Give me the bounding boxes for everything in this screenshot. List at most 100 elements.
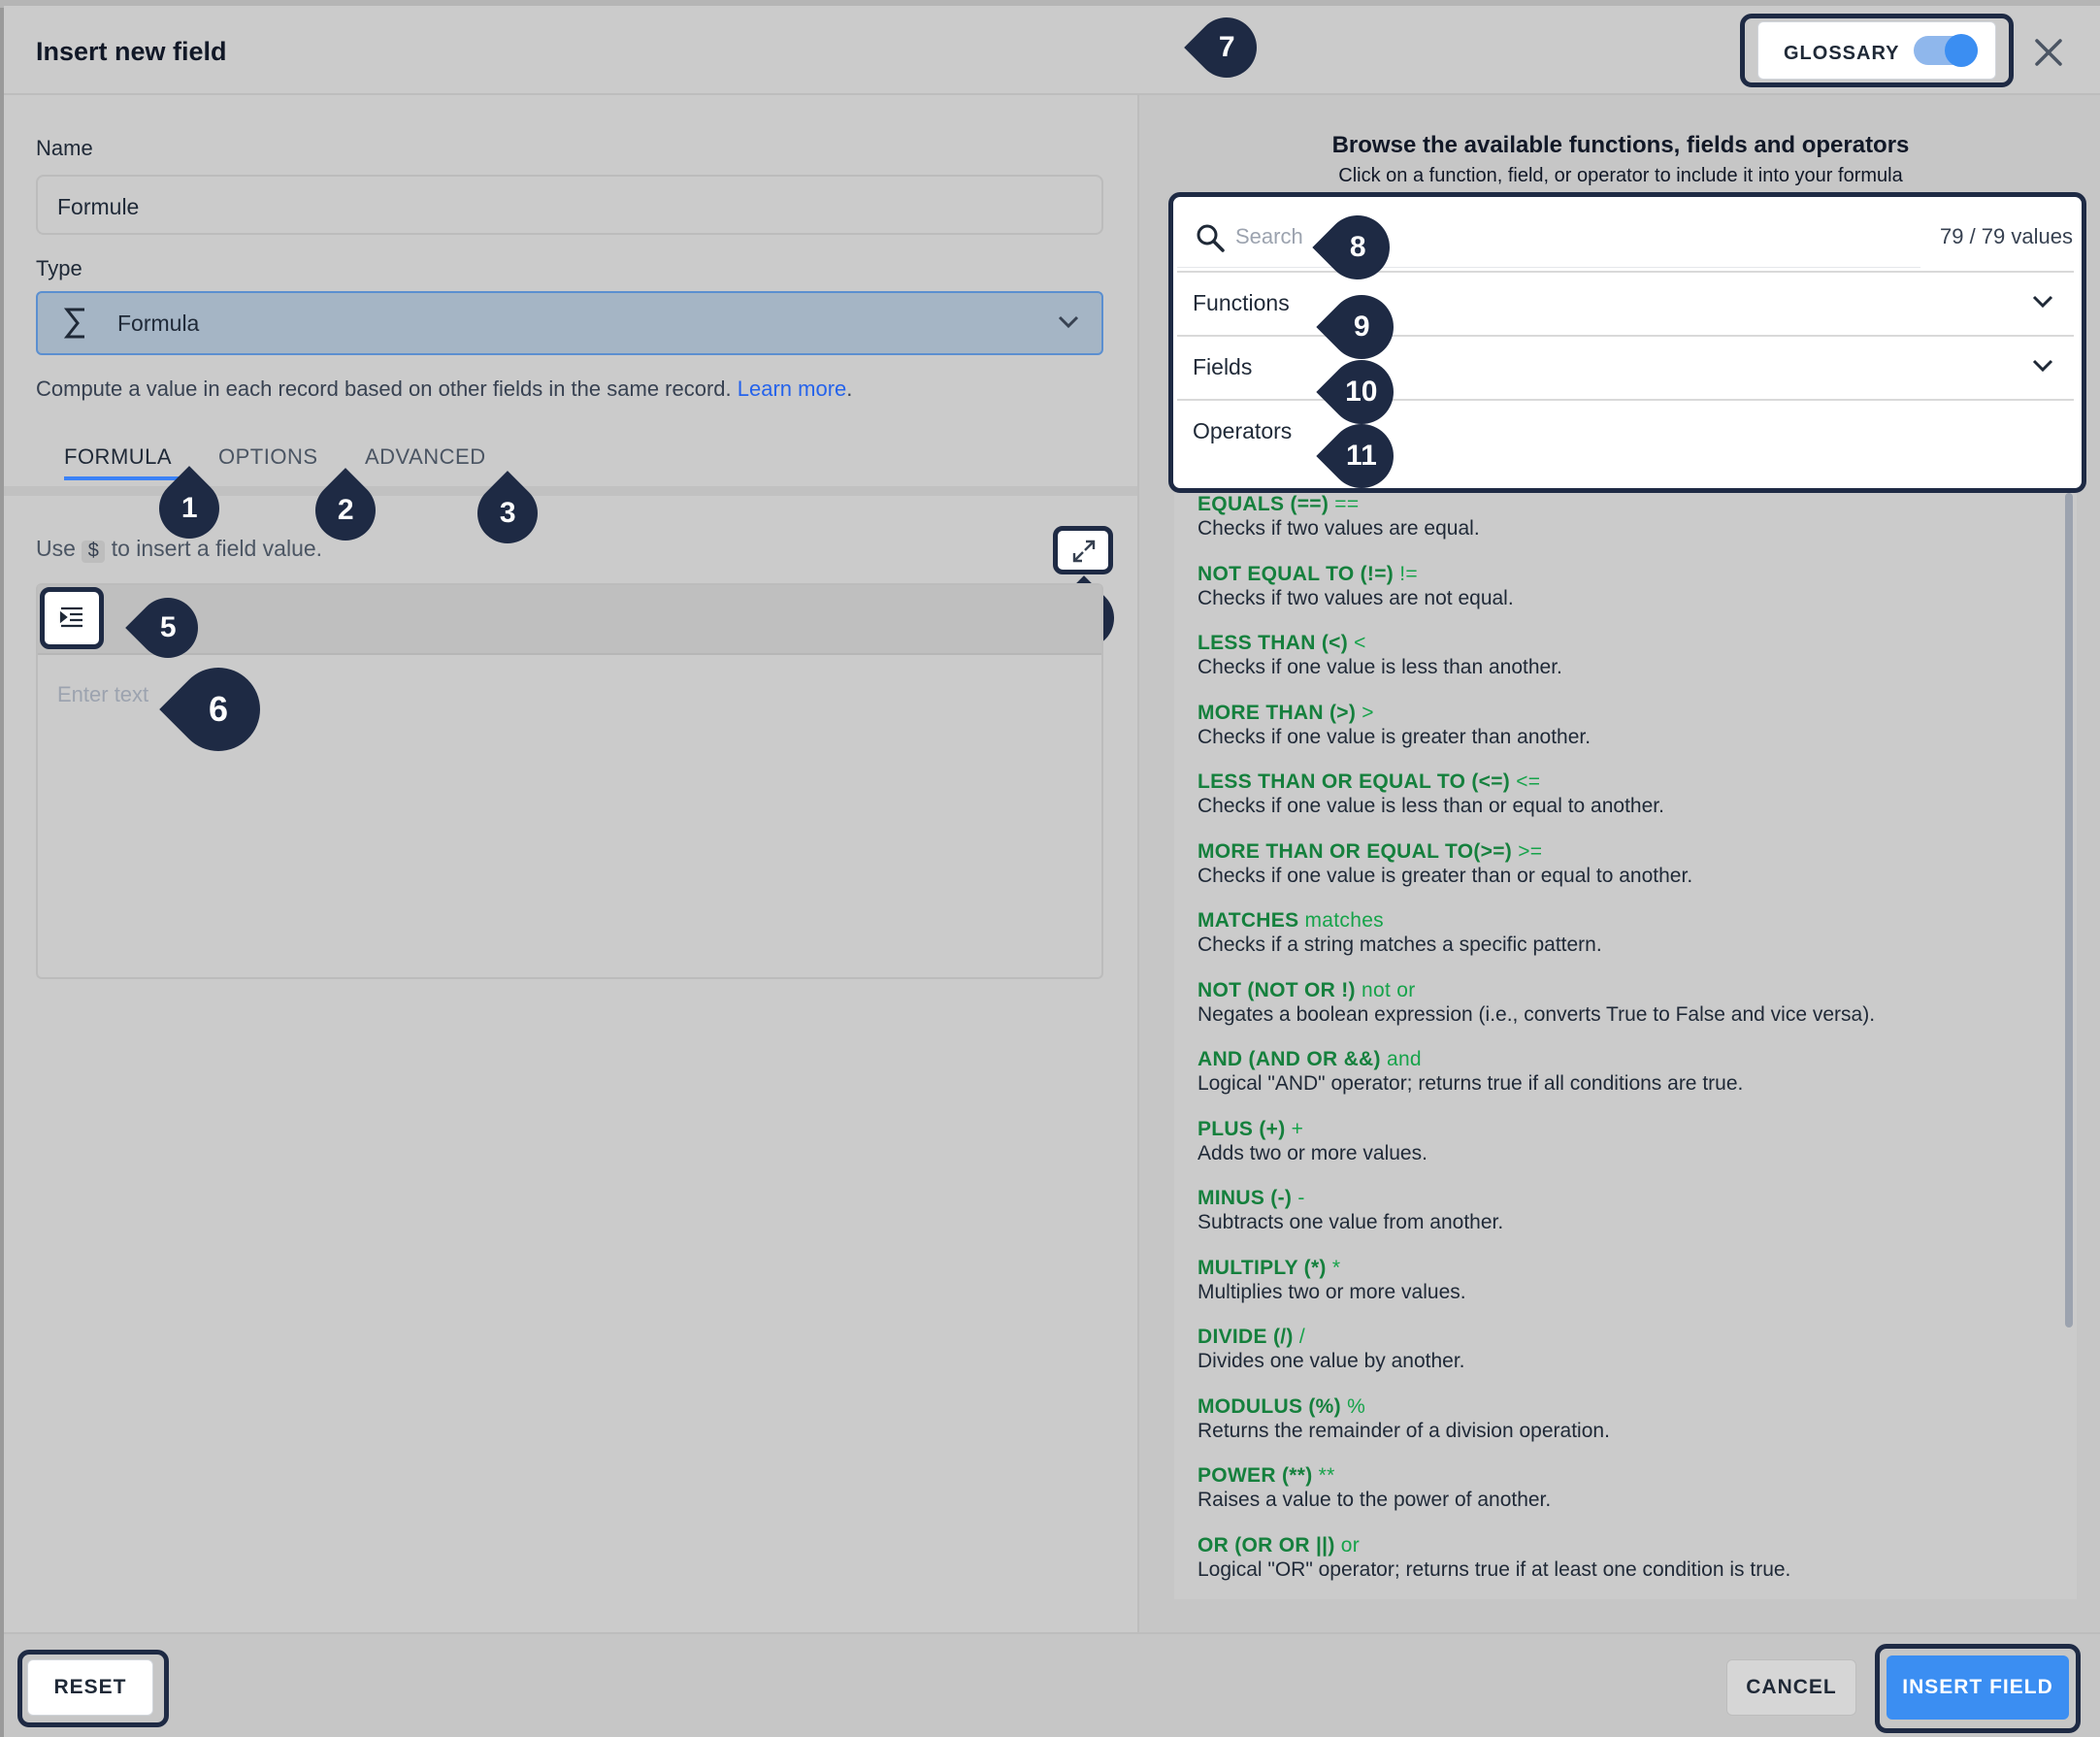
- operator-item[interactable]: MINUS (-) - Subtracts one value from anot…: [1198, 1187, 1503, 1234]
- operator-name: MORE THAN (>) >: [1198, 702, 1591, 725]
- learn-more-link[interactable]: Learn more: [738, 377, 847, 401]
- operator-label: MODULUS (%): [1198, 1394, 1341, 1418]
- operator-name: MODULUS (%) %: [1198, 1395, 1610, 1419]
- operator-item[interactable]: EQUALS (==) == Checks if two values are e…: [1198, 493, 1480, 541]
- operator-symbol: and: [1386, 1048, 1422, 1070]
- expand-editor-button[interactable]: [1053, 526, 1113, 574]
- operator-description: Logical "AND" operator; returns true if …: [1198, 1072, 1744, 1095]
- hint-after: to insert a field value.: [111, 536, 323, 561]
- glossary-toggle-button[interactable]: GLOSSARY: [1757, 21, 1996, 80]
- glossary-search-input[interactable]: Search: [1177, 209, 1920, 268]
- operator-item[interactable]: OR (OR OR ||) or Logical "OR" operator; r…: [1198, 1534, 1790, 1582]
- operator-description: Raises a value to the power of another.: [1198, 1489, 1552, 1511]
- operator-name: LESS THAN OR EQUAL TO (<=) <=: [1198, 770, 1664, 794]
- indent-button[interactable]: [40, 587, 104, 649]
- operator-item[interactable]: POWER (**) ** Raises a value to the power…: [1198, 1464, 1551, 1512]
- section-operators-label: Operators: [1193, 418, 1293, 443]
- operator-name: EQUALS (==) ==: [1198, 493, 1480, 516]
- operator-item[interactable]: MATCHES matches Checks if a string matche…: [1198, 909, 1602, 957]
- operator-name: LESS THAN (<) <: [1198, 632, 1562, 655]
- expand-icon: [1072, 540, 1096, 563]
- close-icon[interactable]: [2029, 33, 2068, 72]
- operator-item[interactable]: NOT (NOT OR !) not or Negates a boolean e…: [1198, 979, 1875, 1027]
- operator-item[interactable]: MORE THAN OR EQUAL TO(>=) >= Checks if on…: [1198, 840, 1692, 888]
- operator-label: MORE THAN OR EQUAL TO(>=): [1198, 839, 1513, 863]
- operator-label: POWER (**): [1198, 1464, 1313, 1487]
- operator-name: PLUS (+) +: [1198, 1118, 1427, 1141]
- callout-6-label: 6: [208, 689, 229, 729]
- operator-name: OR (OR OR ||) or: [1198, 1534, 1790, 1557]
- reset-button[interactable]: RESET: [27, 1659, 153, 1716]
- glossary-panel: Browse the available functions, fields a…: [1137, 95, 2100, 1632]
- operator-item[interactable]: PLUS (+) + Adds two or more values.: [1198, 1118, 1427, 1165]
- callout-9-label: 9: [1353, 311, 1370, 343]
- operator-symbol: <=: [1516, 770, 1541, 793]
- operator-description: Checks if one value is greater than anot…: [1198, 725, 1591, 748]
- operator-item[interactable]: MODULUS (%) % Returns the remainder of a …: [1198, 1395, 1610, 1443]
- tab-advanced[interactable]: ADVANCED: [365, 444, 486, 470]
- dollar-code: $: [82, 541, 106, 563]
- operator-label: EQUALS (==): [1198, 493, 1329, 515]
- dialog-footer: RESET CANCEL INSERT FIELD: [4, 1632, 2100, 1737]
- operator-description: Checks if a string matches a specific pa…: [1198, 934, 1602, 956]
- operator-item[interactable]: MULTIPLY (*) * Multiplies two or more val…: [1198, 1257, 1466, 1304]
- type-label: Type: [36, 256, 82, 280]
- switch-knob: [1945, 34, 1978, 67]
- operator-symbol: %: [1347, 1394, 1366, 1418]
- operator-description: Checks if one value is less than another…: [1198, 656, 1562, 678]
- operator-symbol: or: [1340, 1533, 1361, 1557]
- operator-item[interactable]: LESS THAN (<) < Checks if one value is le…: [1198, 632, 1562, 679]
- search-icon: [1197, 224, 1225, 252]
- glossary-switch[interactable]: [1914, 34, 1978, 67]
- operator-description: Checks if one value is greater than or e…: [1198, 864, 1693, 887]
- sigma-icon: [63, 308, 84, 339]
- operator-name: MINUS (-) -: [1198, 1187, 1503, 1210]
- glossary-label: GLOSSARY: [1784, 43, 1900, 64]
- type-select[interactable]: Formula: [36, 291, 1103, 355]
- section-operators[interactable]: Operators: [1177, 399, 2074, 482]
- operator-label: MORE THAN (>): [1198, 701, 1357, 724]
- tab-options[interactable]: OPTIONS: [218, 444, 318, 470]
- callout-3-label: 3: [499, 497, 516, 529]
- insert-field-button[interactable]: INSERT FIELD: [1887, 1655, 2069, 1720]
- chevron-down-icon: [1058, 315, 1079, 329]
- field-value-hint: Use $ to insert a field value.: [36, 536, 322, 563]
- operator-label: LESS THAN OR EQUAL TO (<=): [1198, 770, 1511, 793]
- operator-item[interactable]: LESS THAN OR EQUAL TO (<=) <= Checks if o…: [1198, 770, 1664, 818]
- operator-item[interactable]: NOT EQUAL TO (!=) != Checks if two values…: [1198, 563, 1514, 610]
- operator-symbol: +: [1291, 1117, 1304, 1140]
- chevron-down-icon: [2032, 295, 2053, 309]
- operator-description: Checks if two values are not equal.: [1198, 586, 1514, 609]
- glossary-search-block: Search 79 / 79 values Functions Fields O…: [1168, 192, 2086, 493]
- cancel-button[interactable]: CANCEL: [1726, 1659, 1856, 1716]
- hint-before: Use: [36, 536, 76, 561]
- operator-item[interactable]: MORE THAN (>) > Checks if one value is gr…: [1198, 702, 1591, 749]
- operator-name: MATCHES matches: [1198, 909, 1602, 933]
- glossary-title: Browse the available functions, fields a…: [1331, 132, 1910, 158]
- operator-list[interactable]: EQUALS (==) == Checks if two values are e…: [1174, 493, 2077, 1599]
- operator-symbol: >: [1362, 701, 1374, 724]
- name-field[interactable]: Formule: [36, 175, 1103, 235]
- operator-label: MINUS (-): [1198, 1187, 1293, 1209]
- operator-name: DIVIDE (/) /: [1198, 1326, 1465, 1349]
- callout-10-label: 10: [1345, 376, 1378, 408]
- operator-item[interactable]: AND (AND OR &&) and Logical "AND" operato…: [1198, 1048, 1743, 1096]
- section-functions-label: Functions: [1193, 290, 1290, 315]
- description-text: Compute a value in each record based on …: [36, 377, 732, 401]
- operator-description: Returns the remainder of a division oper…: [1198, 1419, 1610, 1442]
- operator-description: Negates a boolean expression (i.e., conv…: [1198, 1002, 1876, 1026]
- operator-symbol: *: [1331, 1256, 1341, 1279]
- type-value: Formula: [117, 311, 200, 336]
- section-functions[interactable]: Functions: [1177, 271, 2074, 335]
- operator-item[interactable]: DIVIDE (/) / Divides one value by another…: [1198, 1326, 1465, 1373]
- tab-formula[interactable]: FORMULA: [64, 444, 172, 470]
- formula-editor[interactable]: Enter text: [36, 583, 1103, 979]
- dialog-header: Insert new field GLOSSARY 7: [4, 5, 2100, 95]
- chevron-down-icon: [2032, 359, 2053, 373]
- operator-name: MORE THAN OR EQUAL TO(>=) >=: [1198, 840, 1692, 864]
- section-fields[interactable]: Fields: [1177, 335, 2074, 399]
- callout-11-label: 11: [1346, 440, 1377, 472]
- operator-name: MULTIPLY (*) *: [1198, 1257, 1466, 1280]
- operator-list-scrollbar[interactable]: [2065, 493, 2073, 1327]
- search-placeholder: Search: [1235, 224, 1303, 248]
